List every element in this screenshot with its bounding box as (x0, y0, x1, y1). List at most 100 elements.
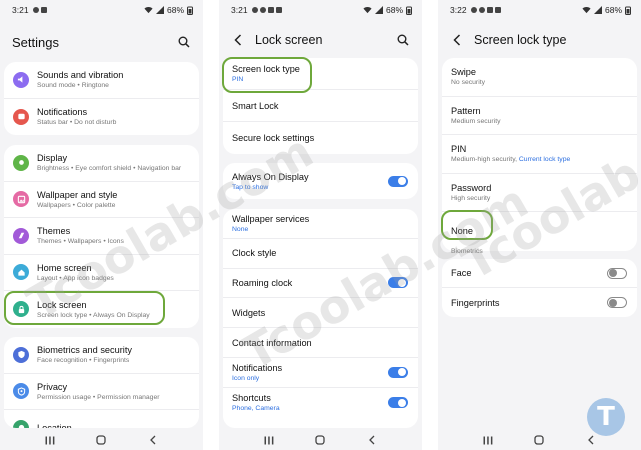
sun-icon (13, 154, 29, 171)
item-label: Biometrics and security (37, 345, 132, 356)
toggle-knob (398, 398, 406, 407)
item-subtitle: Brightness • Eye comfort shield • Naviga… (37, 165, 182, 173)
screen-lock-type-screen: 3:22 68% Screen lock type Swipe No securi… (438, 0, 641, 450)
battery-percent: 68% (385, 5, 403, 15)
item-subtitle: Face recognition • Fingerprints (37, 357, 130, 365)
item-label: Widgets (232, 307, 266, 318)
home-icon (13, 264, 29, 281)
recents-button[interactable] (481, 433, 495, 447)
back-button[interactable] (584, 433, 598, 447)
settings-group-sound: Sounds and vibration Sound mode • Rington… (4, 62, 199, 135)
home-button[interactable] (532, 433, 546, 447)
list-item[interactable]: Lock screen Screen lock type • Always On … (4, 291, 199, 328)
list-item[interactable]: Secure lock settings (223, 122, 418, 154)
list-item[interactable]: Smart Lock (223, 90, 418, 122)
back-button[interactable] (146, 433, 160, 447)
brush-icon (13, 227, 29, 244)
lock-screen-settings: 3:21 68% Lock screen Screen lock type PIN… (219, 0, 422, 450)
gear-status-icon (470, 7, 477, 13)
list-item[interactable]: Password High security (442, 174, 637, 212)
home-button[interactable] (94, 433, 108, 447)
item-label: Shortcuts (232, 393, 271, 404)
item-label: PIN (451, 144, 467, 155)
toggle-knob (609, 269, 617, 277)
toggle-knob (398, 177, 406, 185)
gear-status-icon (251, 7, 258, 13)
list-item[interactable]: Themes Themes • Wallpapers • Icons (4, 218, 199, 255)
search-icon[interactable] (177, 35, 191, 49)
item-label: Notifications (37, 107, 88, 118)
list-item[interactable]: Wallpaper and style Wallpapers • Color pa… (4, 182, 199, 218)
page-title: Lock screen (255, 33, 323, 47)
list-item[interactable]: PIN Medium-high security, Current lock ty… (442, 135, 637, 174)
status-time: 3:21 (12, 5, 29, 15)
recents-button[interactable] (43, 433, 57, 447)
search-icon[interactable] (396, 33, 410, 47)
back-arrow-icon[interactable] (450, 33, 464, 47)
list-item[interactable]: Always On Display Tap to show (223, 163, 418, 199)
settings-group-security: Biometrics and security Face recognition … (4, 337, 199, 428)
wifi-icon (144, 7, 153, 14)
item-label: Wallpaper services (232, 213, 310, 224)
list-item[interactable]: Clock style (223, 239, 418, 269)
list-item[interactable]: Wallpaper services None (223, 209, 418, 239)
list-item[interactable]: Pattern Medium security (442, 97, 637, 135)
item-subtitle: Icon only (232, 374, 260, 382)
back-button[interactable] (365, 433, 379, 447)
page-title: Settings (12, 34, 59, 50)
shield-icon (13, 346, 29, 363)
item-label: Location (37, 422, 189, 428)
list-item[interactable]: Biometrics and security Face recognition … (4, 337, 199, 374)
home-button[interactable] (313, 433, 327, 447)
list-item[interactable]: Swipe No security (442, 58, 637, 97)
toggle-switch[interactable] (388, 175, 408, 187)
item-subtitle: No security (451, 79, 485, 87)
page-title: Screen lock type (474, 33, 567, 47)
item-label: Fingerprints (451, 297, 500, 308)
list-item[interactable]: Screen lock type PIN (223, 58, 418, 90)
lock-icon (13, 301, 29, 318)
recents-button[interactable] (262, 433, 276, 447)
toggle-switch[interactable] (388, 366, 408, 378)
list-item[interactable]: Shortcuts Phone, Camera (223, 388, 418, 418)
list-item[interactable]: Roaming clock (223, 269, 418, 299)
settings-header: Settings (0, 28, 203, 56)
list-item[interactable]: Face (442, 259, 637, 288)
item-subtitle: Themes • Wallpapers • Icons (37, 238, 124, 246)
list-item[interactable]: Widgets (223, 298, 418, 329)
lock-type-options: Swipe No security Pattern Medium security PI… (442, 58, 637, 251)
status-time: 3:21 (231, 5, 248, 15)
list-item[interactable]: Notifications Status bar • Do not disturb (4, 99, 199, 136)
lock-group-aod: Always On Display Tap to show (223, 163, 418, 199)
settings-group-display: Display Brightness • Eye comfort shield •… (4, 145, 199, 328)
bell-icon (13, 108, 29, 125)
signal-icon (374, 6, 383, 14)
list-item[interactable]: None (442, 212, 637, 251)
back-arrow-icon[interactable] (231, 33, 245, 47)
list-item[interactable]: Home screen Layout • App icon badges (4, 255, 199, 291)
toggle-switch[interactable] (388, 397, 408, 409)
toggle-switch[interactable] (607, 297, 627, 308)
battery-percent: 68% (604, 5, 622, 15)
list-item[interactable]: Fingerprints (442, 288, 637, 317)
toggle-knob (609, 298, 617, 307)
tcoolab-logo: T (587, 398, 625, 436)
toggle-switch[interactable] (388, 277, 408, 289)
list-item[interactable]: Notifications Icon only (223, 358, 418, 388)
toggle-switch[interactable] (607, 267, 627, 279)
item-label: Home screen (37, 262, 92, 273)
list-item[interactable]: Contact information (223, 328, 418, 358)
item-label: Contact information (232, 337, 312, 348)
item-label: Sounds and vibration (37, 70, 124, 81)
item-label: Lock screen (37, 299, 87, 310)
item-subtitle: Wallpapers • Color palette (37, 201, 116, 209)
list-item[interactable]: Privacy Permission usage • Permission man… (4, 374, 199, 410)
list-item[interactable]: Sounds and vibration Sound mode • Rington… (4, 62, 199, 99)
status-time: 3:22 (450, 5, 467, 15)
biometrics-group: Face Fingerprints (442, 259, 637, 317)
battery-icon (625, 6, 631, 15)
list-item[interactable]: Display Brightness • Eye comfort shield •… (4, 145, 199, 182)
status-bar: 3:22 68% (438, 0, 641, 20)
list-item[interactable]: Location (4, 410, 199, 428)
wifi-icon (582, 7, 591, 14)
